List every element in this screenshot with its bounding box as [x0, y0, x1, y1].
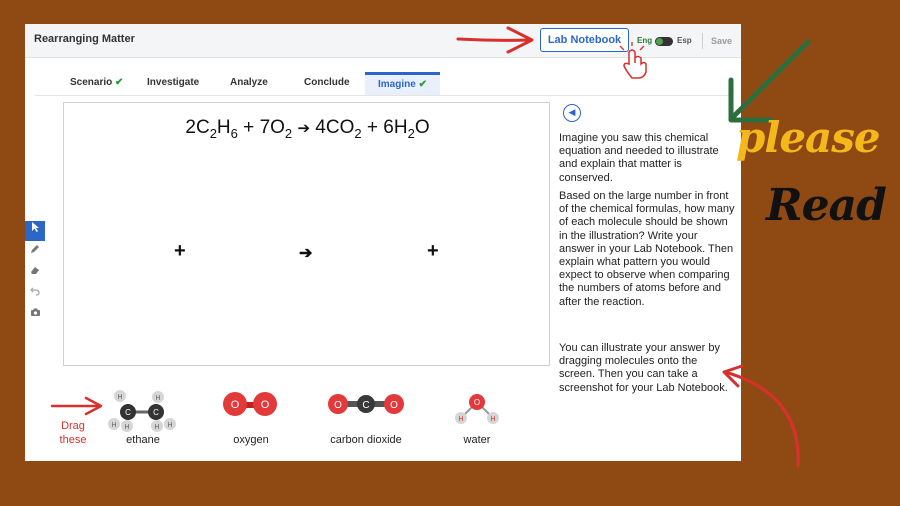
red-arrow-icon	[50, 396, 103, 416]
hand-cursor-icon	[619, 42, 647, 79]
red-arrow-icon	[456, 26, 534, 54]
please-annotation: please	[736, 113, 881, 162]
annotation-overlay	[50, 26, 811, 468]
read-annotation: Read	[766, 180, 887, 231]
curved-red-arrow-icon	[722, 364, 800, 468]
green-arrow-icon	[728, 39, 811, 123]
